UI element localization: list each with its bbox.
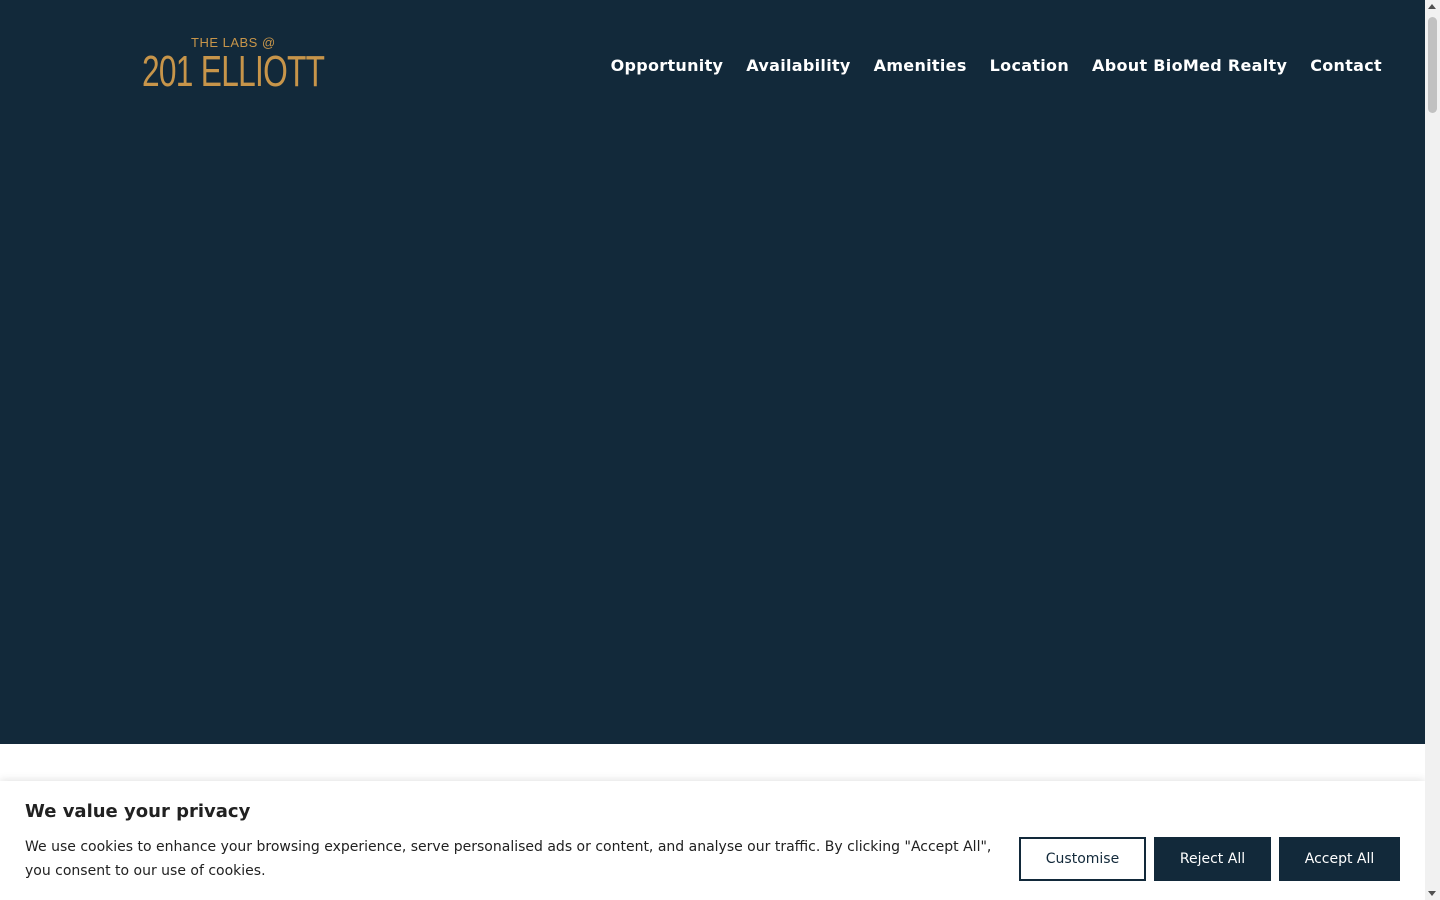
scroll-down-arrow-icon[interactable] [1428, 891, 1436, 896]
nav-amenities[interactable]: Amenities [874, 55, 967, 77]
site-logo[interactable]: THE LABS @ 201 ELLIOTT [142, 34, 325, 98]
nav-location[interactable]: Location [990, 55, 1069, 77]
nav-about-biomed-realty[interactable]: About BioMed Realty [1092, 55, 1287, 77]
customise-button[interactable]: Customise [1019, 837, 1146, 881]
main-nav: Opportunity Availability Amenities Locat… [611, 55, 1382, 77]
reject-all-button[interactable]: Reject All [1154, 837, 1271, 881]
page: THE LABS @ 201 ELLIOTT Opportunity Avail… [0, 0, 1440, 900]
hero-section: THE LABS @ 201 ELLIOTT Opportunity Avail… [0, 0, 1425, 744]
cookie-consent-banner: We value your privacy We use cookies to … [0, 781, 1425, 900]
cookie-banner-actions: Customise Reject All Accept All [1019, 837, 1400, 881]
scrollbar-thumb[interactable] [1428, 17, 1437, 113]
nav-availability[interactable]: Availability [746, 55, 850, 77]
cookie-banner-text: We use cookies to enhance your browsing … [25, 839, 992, 879]
cookie-banner-title: We value your privacy [25, 801, 251, 822]
scroll-up-arrow-icon[interactable] [1428, 4, 1436, 9]
accept-all-button[interactable]: Accept All [1279, 837, 1400, 881]
vertical-scrollbar[interactable] [1425, 0, 1440, 900]
logo-wordmark: 201 ELLIOTT [142, 47, 325, 96]
nav-opportunity[interactable]: Opportunity [611, 55, 724, 77]
nav-contact[interactable]: Contact [1310, 55, 1382, 77]
